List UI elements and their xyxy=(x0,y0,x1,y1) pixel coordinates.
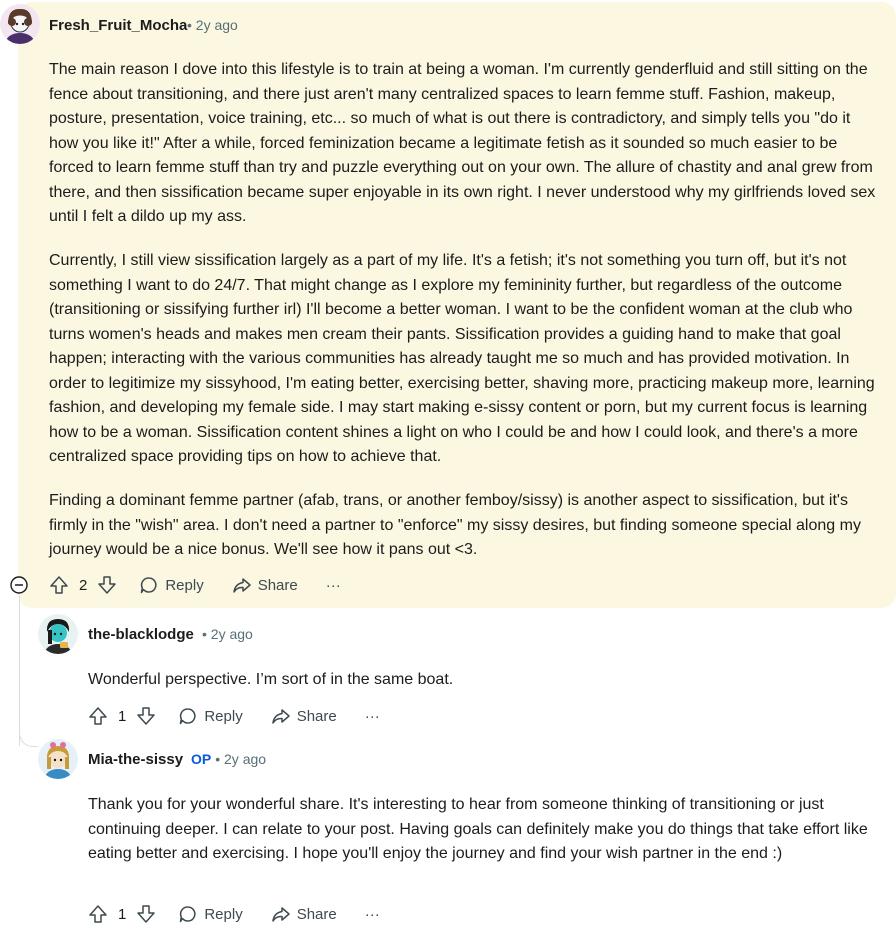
share-icon xyxy=(271,904,291,924)
more-options-button[interactable]: ··· xyxy=(365,906,380,923)
reply-label: Reply xyxy=(204,707,243,725)
downvote-icon[interactable] xyxy=(136,706,156,726)
comment-author[interactable]: the-blacklodge xyxy=(88,626,194,643)
comment-paragraph: The main reason I dove into this lifesty… xyxy=(49,61,876,225)
vote-group: 1 xyxy=(88,904,156,924)
comment-bubble-icon xyxy=(178,904,198,924)
avatar[interactable] xyxy=(38,614,78,654)
share-icon xyxy=(232,575,252,595)
op-badge: OP xyxy=(191,751,212,767)
avatar[interactable] xyxy=(38,739,78,779)
comment-paragraph: Finding a dominant femme partner (afab, … xyxy=(49,492,861,558)
comment-paragraph: Currently, I still view sissification la… xyxy=(49,252,875,465)
reply-button[interactable]: Reply xyxy=(178,904,243,924)
vote-group: 1 xyxy=(88,706,156,726)
comment-body: Wonderful perspective. I’m sort of in th… xyxy=(88,668,883,693)
reply-label: Reply xyxy=(204,905,243,923)
share-label: Share xyxy=(257,576,298,594)
comment-paragraph: Thank you for your wonderful share. It's… xyxy=(88,796,868,862)
share-button[interactable]: Share xyxy=(271,904,337,924)
upvote-icon[interactable] xyxy=(49,575,69,595)
comment-timestamp: • 2y ago xyxy=(187,17,238,33)
reply-button[interactable]: Reply xyxy=(178,706,243,726)
more-options-icon: ··· xyxy=(325,576,341,594)
downvote-icon[interactable] xyxy=(97,575,117,595)
more-options-button[interactable]: ··· xyxy=(365,708,380,725)
share-button[interactable]: Share xyxy=(232,575,298,595)
vote-count: 1 xyxy=(118,905,127,923)
more-options-icon: ··· xyxy=(364,905,380,923)
share-icon xyxy=(271,706,291,726)
more-options-button[interactable]: ··· xyxy=(326,577,341,594)
downvote-icon[interactable] xyxy=(136,904,156,924)
comment-body: Thank you for your wonderful share. It's… xyxy=(88,793,888,867)
reply-label: Reply xyxy=(165,576,204,594)
comment-actions: 1 Reply Share ··· xyxy=(88,900,408,928)
comment-body: The main reason I dove into this lifesty… xyxy=(49,58,883,563)
comment-paragraph: Wonderful perspective. I’m sort of in th… xyxy=(88,671,454,688)
vote-count: 2 xyxy=(79,576,88,594)
upvote-icon[interactable] xyxy=(88,706,108,726)
thread-connector xyxy=(19,728,38,747)
avatar[interactable] xyxy=(0,4,40,44)
comment-bubble-icon xyxy=(139,575,159,595)
comment-meta: OP • 2y ago xyxy=(191,751,266,767)
share-label: Share xyxy=(296,905,337,923)
upvote-icon[interactable] xyxy=(88,904,108,924)
comment-timestamp: • 2y ago xyxy=(215,751,267,767)
comment-timestamp: • 2y ago xyxy=(202,626,253,642)
collapse-thread-button[interactable] xyxy=(10,576,28,594)
share-label: Share xyxy=(296,707,337,725)
comment-bubble-icon xyxy=(178,706,198,726)
vote-group: 2 xyxy=(49,575,117,595)
comment-author[interactable]: Mia-the-sissy xyxy=(88,751,183,768)
minus-circle-icon xyxy=(10,576,28,594)
thread-line xyxy=(19,596,20,746)
comment-author[interactable]: Fresh_Fruit_Mocha xyxy=(49,17,187,34)
reply-button[interactable]: Reply xyxy=(139,575,204,595)
vote-count: 1 xyxy=(118,707,127,725)
comment-actions: 2 Reply Share ··· xyxy=(49,571,369,599)
comment-actions: 1 Reply Share ··· xyxy=(88,702,408,730)
more-options-icon: ··· xyxy=(364,707,380,725)
share-button[interactable]: Share xyxy=(271,706,337,726)
